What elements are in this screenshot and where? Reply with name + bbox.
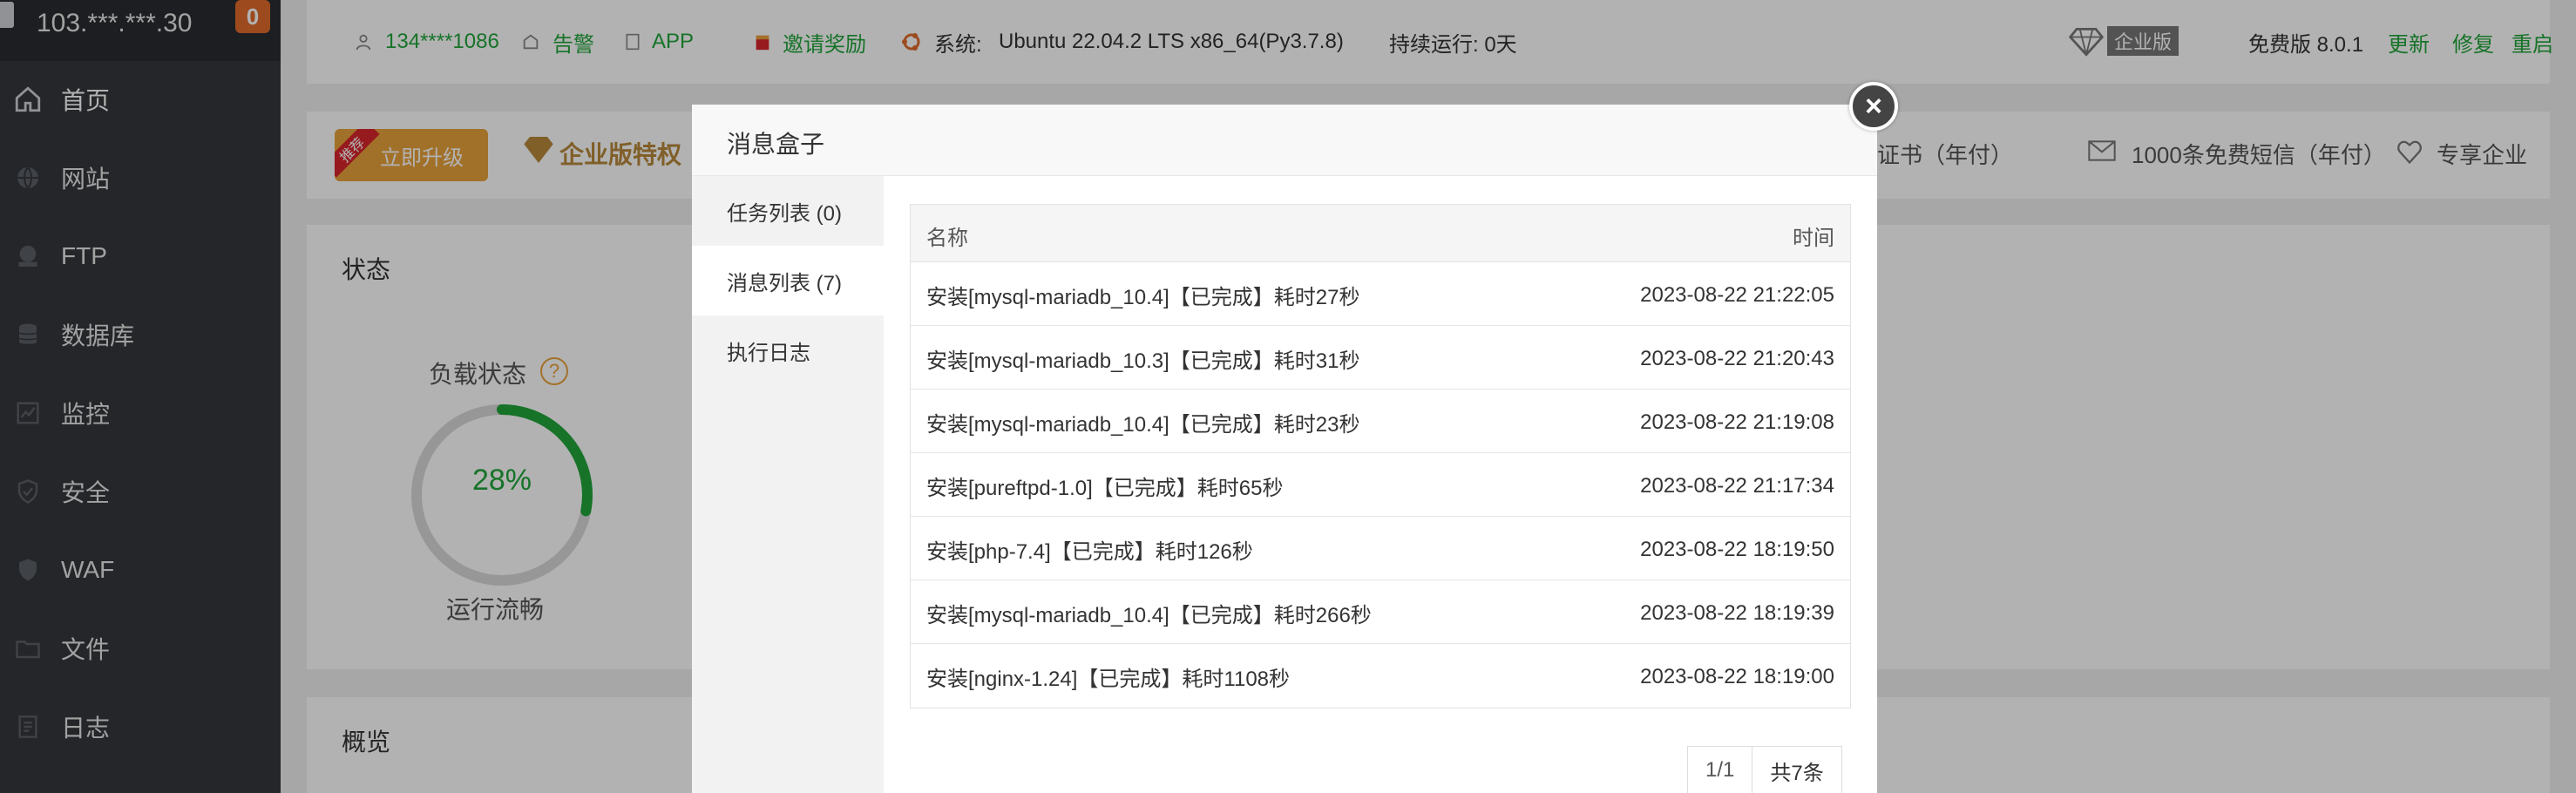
row-time: 2023-08-22 21:19:08	[1640, 410, 1834, 434]
pagination: 1/1 共7条	[1687, 746, 1842, 793]
table-row[interactable]: 安装[mysql-mariadb_10.4]【已完成】耗时27秒 2023-08…	[911, 262, 1850, 326]
column-header-name: 名称	[926, 227, 968, 250]
table-row[interactable]: 安装[php-7.4]【已完成】耗时126秒 2023-08-22 18:19:…	[911, 517, 1850, 580]
row-time: 2023-08-22 21:20:43	[1640, 347, 1834, 370]
table-row[interactable]: 安装[mysql-mariadb_10.4]【已完成】耗时266秒 2023-0…	[911, 580, 1850, 644]
row-name: 安装[nginx-1.24]【已完成】耗时1108秒	[926, 668, 1291, 691]
row-time: 2023-08-22 18:19:39	[1640, 601, 1834, 625]
modal-sidebar: 任务列表 (0) 消息列表 (7) 执行日志	[692, 176, 884, 793]
row-time: 2023-08-22 21:17:34	[1640, 474, 1834, 498]
row-time: 2023-08-22 21:22:05	[1640, 283, 1834, 307]
modal-title: 消息盒子	[727, 131, 825, 158]
row-name: 安装[php-7.4]【已完成】耗时126秒	[926, 540, 1253, 564]
message-box-modal: 消息盒子 任务列表 (0) 消息列表 (7) 执行日志 名称 时间 安装[mys…	[692, 105, 1877, 793]
row-name: 安装[mysql-mariadb_10.4]【已完成】耗时266秒	[926, 604, 1372, 627]
page-indicator[interactable]: 1/1	[1688, 747, 1753, 793]
tab-execution-log[interactable]: 执行日志	[692, 315, 884, 385]
row-name: 安装[pureftpd-1.0]【已完成】耗时65秒	[926, 477, 1284, 500]
table-row[interactable]: 安装[mysql-mariadb_10.4]【已完成】耗时23秒 2023-08…	[911, 390, 1850, 453]
row-time: 2023-08-22 18:19:50	[1640, 538, 1834, 561]
table-row[interactable]: 安装[mysql-mariadb_10.3]【已完成】耗时31秒 2023-08…	[911, 326, 1850, 390]
close-icon[interactable]: ×	[1849, 82, 1898, 131]
table-row[interactable]: 安装[nginx-1.24]【已完成】耗时1108秒 2023-08-22 18…	[911, 644, 1850, 708]
tab-label: 任务列表 (0)	[727, 201, 842, 226]
modal-content: 名称 时间 安装[mysql-mariadb_10.4]【已完成】耗时27秒 2…	[884, 176, 1877, 793]
column-header-time: 时间	[1793, 227, 1834, 250]
row-name: 安装[mysql-mariadb_10.4]【已完成】耗时27秒	[926, 286, 1360, 309]
message-table: 名称 时间 安装[mysql-mariadb_10.4]【已完成】耗时27秒 2…	[910, 204, 1851, 708]
tab-label: 执行日志	[727, 341, 810, 365]
table-row[interactable]: 安装[pureftpd-1.0]【已完成】耗时65秒 2023-08-22 21…	[911, 453, 1850, 517]
tab-task-list[interactable]: 任务列表 (0)	[692, 176, 884, 246]
table-header: 名称 时间	[911, 205, 1850, 262]
row-name: 安装[mysql-mariadb_10.4]【已完成】耗时23秒	[926, 413, 1360, 437]
tab-label: 消息列表 (7)	[727, 271, 842, 295]
row-time: 2023-08-22 18:19:00	[1640, 665, 1834, 688]
total-count: 共7条	[1770, 761, 1824, 785]
modal-header: 消息盒子	[692, 105, 1877, 176]
row-name: 安装[mysql-mariadb_10.3]【已完成】耗时31秒	[926, 349, 1360, 373]
tab-message-list[interactable]: 消息列表 (7)	[692, 246, 884, 315]
